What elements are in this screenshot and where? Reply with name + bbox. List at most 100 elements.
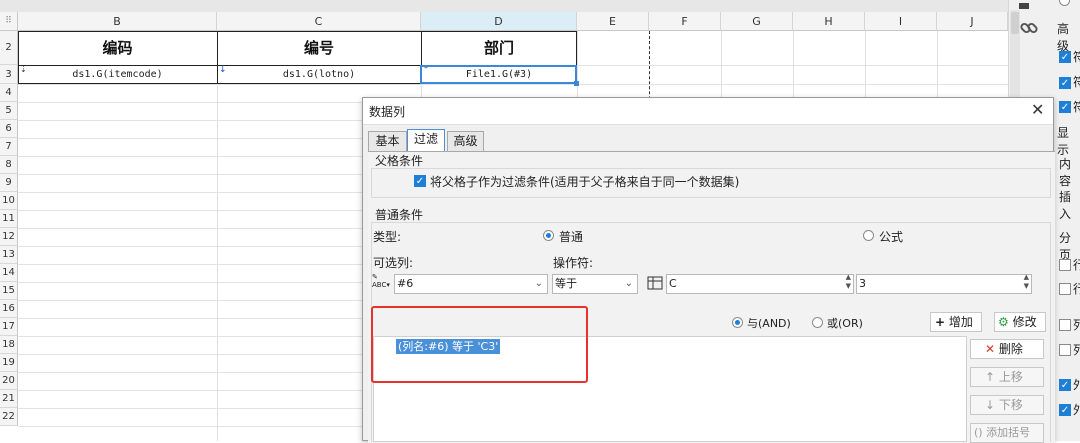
chevron-down-icon: ⌄	[534, 278, 543, 289]
add-button-label: 增加	[948, 315, 973, 329]
link-icon[interactable]	[1019, 18, 1039, 38]
cell-picker-icon[interactable]	[647, 274, 663, 292]
modify-button-label: 修改	[1012, 315, 1037, 329]
data-cell-b3[interactable]: ds1.G(itemcode)	[18, 66, 217, 84]
col-header-i[interactable]: I	[865, 12, 937, 31]
move-up-button[interactable]: ↑ 上移	[970, 367, 1044, 387]
parent-filter-checkbox[interactable]: ✓	[414, 175, 426, 187]
data-cell-c3[interactable]: ds1.G(lotno)	[217, 66, 421, 84]
row-header-20[interactable]: 20	[0, 372, 18, 390]
row-header-2[interactable]: 2	[0, 31, 18, 65]
option-checkbox[interactable]	[1059, 344, 1071, 356]
row-header-10[interactable]: 10	[0, 192, 18, 210]
panel-icon-top[interactable]	[1019, 0, 1029, 9]
tab-advanced[interactable]: 高级	[447, 131, 484, 151]
col-header-j[interactable]: J	[937, 12, 1008, 31]
row-header-9[interactable]: 9	[0, 174, 18, 192]
row-header-5[interactable]: 5	[0, 102, 18, 120]
panel-scroll-thumb[interactable]	[1011, 12, 1019, 34]
row-header-12[interactable]: 12	[0, 228, 18, 246]
select-all-corner[interactable]: ⠿	[0, 12, 18, 31]
tab-filter[interactable]: 过滤	[407, 129, 445, 151]
row-header-7[interactable]: 7	[0, 138, 18, 156]
option-label: 外	[1073, 403, 1080, 417]
bracket-icon: ()	[974, 426, 983, 439]
grid-line	[18, 84, 1008, 85]
option-checkbox[interactable]: ✓	[1059, 51, 1071, 63]
row-header-19[interactable]: 19	[0, 354, 18, 372]
delete-button[interactable]: ✕ 删除	[970, 339, 1044, 359]
option-checkbox[interactable]: ✓	[1059, 101, 1071, 113]
or-radio[interactable]	[812, 317, 823, 328]
option-checkbox[interactable]	[1059, 259, 1071, 271]
option-label: 列	[1073, 318, 1080, 332]
column-type-icon[interactable]: ✎ ABC▾	[372, 273, 394, 293]
dialog-titlebar[interactable]	[363, 98, 1053, 125]
col-header-g[interactable]: G	[721, 12, 793, 31]
operator-select[interactable]: 等于 ⌄	[552, 274, 638, 294]
option-checkbox[interactable]	[1059, 319, 1071, 331]
option-checkbox[interactable]: ✓	[1059, 77, 1071, 89]
row-header-16[interactable]: 16	[0, 300, 18, 318]
add-button[interactable]: + 增加	[930, 312, 982, 332]
header-cell-d[interactable]: 部门	[421, 32, 577, 65]
operator-select-value: 等于	[555, 277, 577, 290]
option-checkbox[interactable]: ✓	[1059, 379, 1071, 391]
arrow-up-icon: ↑	[985, 370, 996, 384]
type-label: 类型:	[373, 230, 402, 244]
col-header-h[interactable]: H	[793, 12, 865, 31]
column-select[interactable]: #6 ⌄	[394, 274, 548, 294]
col-header-c[interactable]: C	[217, 12, 421, 31]
type-normal-label: 普通	[559, 230, 584, 244]
header-cell-c[interactable]: 编号	[217, 32, 421, 65]
header-cell-b[interactable]: 编码	[18, 32, 217, 65]
row-header-14[interactable]: 14	[0, 264, 18, 282]
type-formula-radio[interactable]	[863, 230, 874, 241]
parent-condition-title: 父格条件	[375, 154, 424, 168]
option-checkbox[interactable]: ✓	[1059, 404, 1071, 416]
close-icon[interactable]: ✕	[1031, 100, 1044, 119]
row-header-17[interactable]: 17	[0, 318, 18, 336]
type-normal-radio[interactable]	[543, 230, 554, 241]
fill-handle[interactable]	[574, 81, 579, 86]
row-header-8[interactable]: 8	[0, 156, 18, 174]
common-condition-title: 普通条件	[375, 208, 424, 222]
or-label: 或(OR)	[827, 317, 863, 330]
option-label: 列	[1073, 343, 1080, 357]
row-header-15[interactable]: 15	[0, 282, 18, 300]
highlight-annotation-box	[371, 306, 588, 383]
spinner-icon[interactable]: ▲ ▼	[846, 273, 851, 291]
move-down-button[interactable]: ↓ 下移	[970, 395, 1044, 415]
data-column-dialog: 数据列 ✕ 基本 过滤 高级 父格条件 ✓ 将父格子作为过滤条件(适用于父子格来…	[362, 97, 1055, 443]
row-header-21[interactable]: 21	[0, 390, 18, 408]
row-header-3[interactable]: 3	[0, 65, 18, 84]
column-select-value: #6	[397, 277, 414, 290]
col-header-f[interactable]: F	[649, 12, 721, 31]
delete-button-label: 删除	[998, 342, 1023, 356]
number-input[interactable]: 3 ▲ ▼	[856, 273, 1032, 294]
row-header-4[interactable]: 4	[0, 84, 18, 102]
row-header-11[interactable]: 11	[0, 210, 18, 228]
and-radio[interactable]	[732, 317, 743, 328]
option-label: 符	[1073, 75, 1080, 89]
col-header-b[interactable]: B	[18, 12, 217, 31]
option-label: 行	[1073, 282, 1080, 296]
option-label: 行	[1073, 258, 1080, 272]
modify-button[interactable]: ⚙ 修改	[994, 312, 1046, 332]
option-checkbox[interactable]	[1059, 283, 1071, 295]
dialog-title: 数据列	[369, 105, 406, 119]
display-label: 显示	[1057, 126, 1070, 157]
value-input[interactable]: C ▲ ▼	[666, 273, 854, 294]
spinner-icon[interactable]: ▲ ▼	[1024, 273, 1029, 291]
row-header-18[interactable]: 18	[0, 336, 18, 354]
row-header-13[interactable]: 13	[0, 246, 18, 264]
row-header-6[interactable]: 6	[0, 120, 18, 138]
option-radio[interactable]	[1059, 0, 1070, 6]
col-header-d[interactable]: D	[421, 12, 577, 31]
row-header-22[interactable]: 22	[0, 408, 18, 426]
add-bracket-button[interactable]: () 添加括号	[970, 423, 1044, 443]
tab-basic[interactable]: 基本	[368, 131, 407, 151]
grid-line	[217, 31, 218, 441]
col-header-e[interactable]: E	[577, 12, 649, 31]
value-input-text: C	[669, 277, 677, 290]
